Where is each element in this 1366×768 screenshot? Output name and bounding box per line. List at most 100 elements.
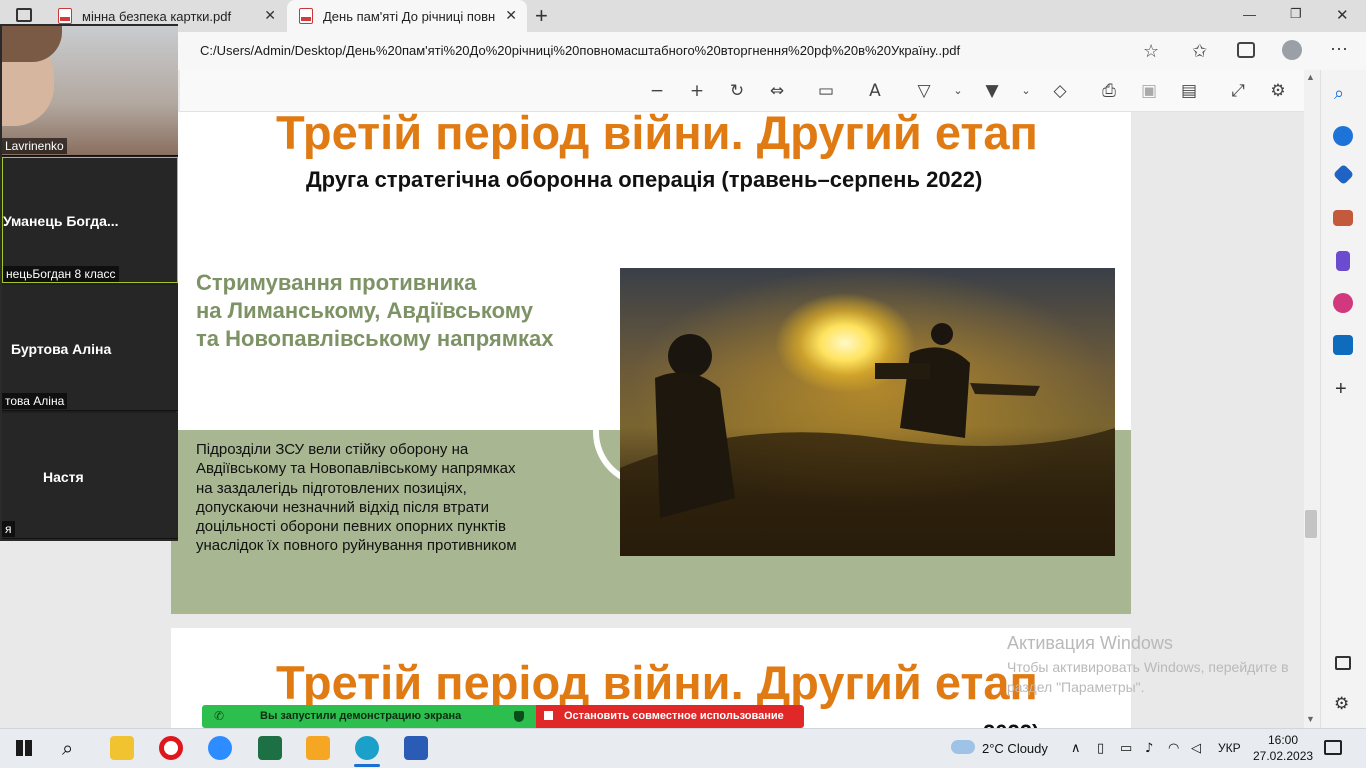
search-icon[interactable]: ⌕	[1334, 83, 1344, 104]
heading-line: Стримування противника	[196, 270, 477, 295]
minimize-button[interactable]: —	[1243, 7, 1256, 22]
clock[interactable]: 16:00 27.02.2023	[1253, 732, 1313, 764]
games-icon[interactable]	[1336, 251, 1350, 271]
sidebar-settings-icon[interactable]: ⚙	[1334, 694, 1349, 714]
new-tab-button[interactable]: +	[535, 3, 548, 29]
close-tab-icon[interactable]: ✕	[264, 7, 276, 24]
fullscreen-icon[interactable]: ⤢	[1227, 80, 1249, 102]
start-icon[interactable]	[16, 740, 32, 756]
add-sidebar-app-icon[interactable]: +	[1335, 378, 1347, 401]
page-title: Третій період війни. Другий етап	[276, 112, 1038, 159]
participant-label: нецьБогдан 8 класс	[3, 266, 119, 282]
close-tab-icon[interactable]: ✕	[505, 7, 517, 24]
highlight-icon[interactable]: ▽	[913, 80, 935, 102]
rotate-icon[interactable]: ↻	[726, 80, 748, 102]
zoom-icon[interactable]	[208, 736, 232, 760]
weather-text[interactable]: 2°C Cloudy	[982, 741, 1048, 756]
tools-icon[interactable]	[1333, 210, 1353, 226]
participant-tile[interactable]: Уманець Богда... нецьБогдан 8 класс	[2, 157, 178, 283]
page-subtitle: Друга стратегічна оборонна операція (тра…	[306, 167, 983, 192]
participant-name: Буртова Аліна	[11, 341, 112, 357]
clock-date: 27.02.2023	[1253, 749, 1314, 763]
battery-icon[interactable]: ▯	[1097, 741, 1104, 756]
active-app-indicator	[354, 764, 380, 767]
participant-tile[interactable]: Настя я	[2, 413, 178, 539]
participant-tile[interactable]: Lavrinenko	[2, 26, 178, 156]
outlook-icon[interactable]	[1333, 335, 1353, 355]
body-line: на заздалегідь підготовлених позиціях,	[196, 479, 467, 497]
zoom-out-icon[interactable]: −	[646, 80, 668, 102]
pdf-file-icon	[58, 8, 72, 24]
eraser-icon[interactable]: ◇	[1049, 80, 1071, 102]
tab-actions-icon[interactable]	[16, 8, 32, 22]
participant-video-hair	[2, 26, 62, 62]
body-line: Підрозділи ЗСУ вели стійку оборону на	[196, 441, 469, 458]
participant-tile[interactable]: Буртова Аліна това Аліна	[2, 285, 178, 411]
heading-line: та Новопавлівському напрямках	[196, 326, 554, 351]
fit-to-page-icon[interactable]: ⇔	[766, 80, 788, 102]
settings-icon[interactable]: ⚙	[1267, 80, 1289, 102]
tab-title: мінна безпека картки.pdf	[82, 8, 232, 24]
office-icon[interactable]	[1333, 293, 1353, 313]
microphone-icon[interactable]: ♪	[1145, 741, 1153, 756]
add-favorite-icon[interactable]: ☆	[1143, 41, 1159, 62]
section-heading: Стримування противника на Лиманському, А…	[196, 269, 553, 353]
stop-share-button[interactable]: Остановить совместное использование	[536, 705, 804, 728]
notifications-icon[interactable]	[1324, 740, 1342, 755]
split-screen-icon[interactable]	[1335, 656, 1351, 670]
pdf-file-icon	[299, 8, 313, 24]
phone-icon: ✆	[214, 709, 225, 723]
volume-icon[interactable]: ◁	[1191, 741, 1201, 756]
excel-icon[interactable]	[258, 736, 282, 760]
taskbar	[0, 728, 1366, 768]
collections-icon[interactable]	[1237, 42, 1255, 58]
activation-text: Чтобы активировать Windows, перейдите в …	[1007, 657, 1289, 697]
network-icon[interactable]: ▭	[1120, 741, 1132, 756]
media-player-icon[interactable]	[306, 736, 330, 760]
chevron-up-icon[interactable]: ∧	[1071, 741, 1081, 756]
draw-icon[interactable]: ▼	[981, 80, 1003, 102]
scrollbar[interactable]	[1304, 70, 1320, 728]
tab-pdf-2[interactable]: День пам'яті До річниці повном ✕	[287, 0, 527, 32]
page-view-icon[interactable]: ▭	[815, 80, 837, 102]
clock-time: 16:00	[1267, 733, 1299, 747]
search-icon[interactable]: ⌕	[62, 736, 73, 760]
soldiers-photo	[620, 268, 1115, 556]
participant-name: Уманець Богда...	[3, 213, 119, 229]
favorites-icon[interactable]: ✩	[1192, 41, 1207, 62]
chevron-down-icon[interactable]: ⌄	[947, 80, 969, 102]
edge-icon[interactable]	[355, 736, 379, 760]
bing-chat-icon[interactable]	[1333, 126, 1353, 146]
scroll-up-icon[interactable]: ▲	[1306, 72, 1315, 82]
shield-icon	[514, 711, 524, 722]
zoom-in-icon[interactable]: +	[686, 80, 708, 102]
print-icon[interactable]: ⎙	[1098, 80, 1120, 102]
chevron-down-icon[interactable]: ⌄	[1015, 80, 1037, 102]
wifi-icon[interactable]: ◠	[1168, 741, 1179, 756]
restore-button[interactable]: ❐	[1290, 6, 1302, 22]
scroll-down-icon[interactable]: ▼	[1306, 714, 1315, 724]
url-field[interactable]: C:/Users/Admin/Desktop/День%20пам'яті%20…	[200, 43, 960, 58]
body-line: Авдіївському та Новопавлівському напрямк…	[196, 460, 516, 478]
language-indicator[interactable]: УКР	[1218, 741, 1241, 755]
activation-line: раздел "Параметры".	[1007, 679, 1145, 695]
word-icon[interactable]	[404, 736, 428, 760]
activation-title: Активация Windows	[1007, 633, 1173, 653]
opera-icon[interactable]	[159, 736, 183, 760]
close-window-button[interactable]: ✕	[1336, 6, 1349, 24]
file-explorer-icon[interactable]	[110, 736, 134, 760]
read-aloud-icon[interactable]: A	[864, 80, 886, 102]
stop-icon	[544, 711, 553, 720]
scrollbar-thumb[interactable]	[1305, 510, 1317, 538]
profile-avatar[interactable]	[1282, 40, 1302, 60]
save-as-icon[interactable]: ▤	[1178, 80, 1200, 102]
activation-line: Чтобы активировать Windows, перейдите в	[1007, 659, 1289, 675]
save-icon[interactable]: ▣	[1138, 80, 1160, 102]
weather-icon[interactable]	[951, 740, 975, 754]
share-message: Вы запустили демонстрацию экрана	[260, 710, 462, 722]
more-menu-icon[interactable]: ···	[1330, 38, 1348, 59]
stop-share-label: Остановить совместное использование	[564, 710, 784, 722]
participant-name: Настя	[43, 469, 84, 485]
participant-label: я	[2, 521, 15, 537]
participant-label: Lavrinenko	[2, 138, 67, 154]
